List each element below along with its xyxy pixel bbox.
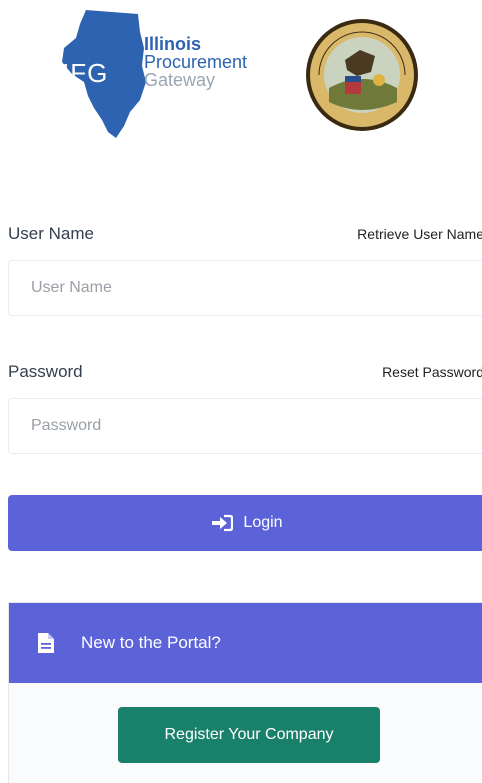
sign-in-icon bbox=[211, 514, 234, 532]
register-company-button[interactable]: Register Your Company bbox=[118, 707, 380, 763]
reset-password-link[interactable]: Reset Password bbox=[382, 364, 482, 380]
login-page: IFG Illinois Procurement Gateway User Na… bbox=[0, 0, 482, 783]
brand-line-2: Procurement bbox=[144, 52, 248, 72]
username-input[interactable] bbox=[8, 260, 482, 316]
login-button-label: Login bbox=[243, 514, 283, 531]
new-to-portal-card: New to the Portal? Register Your Company bbox=[8, 602, 482, 783]
brand-mark: IFG bbox=[62, 58, 109, 88]
retrieve-username-link[interactable]: Retrieve User Name bbox=[357, 226, 482, 242]
portal-card-header: New to the Portal? bbox=[9, 603, 482, 683]
portal-heading: New to the Portal? bbox=[81, 633, 221, 652]
brand-line-1: Illinois bbox=[144, 34, 202, 54]
password-input[interactable] bbox=[8, 398, 482, 454]
password-label: Password bbox=[8, 362, 83, 381]
document-icon bbox=[37, 632, 55, 654]
login-button[interactable]: Login bbox=[8, 495, 482, 551]
username-label: User Name bbox=[8, 224, 94, 243]
brand-line-3: Gateway bbox=[144, 70, 216, 90]
state-seal-logo bbox=[305, 10, 420, 140]
brand-text: Illinois Procurement Gateway bbox=[144, 35, 247, 89]
ifg-logo: IFG Illinois Procurement Gateway bbox=[58, 8, 288, 140]
